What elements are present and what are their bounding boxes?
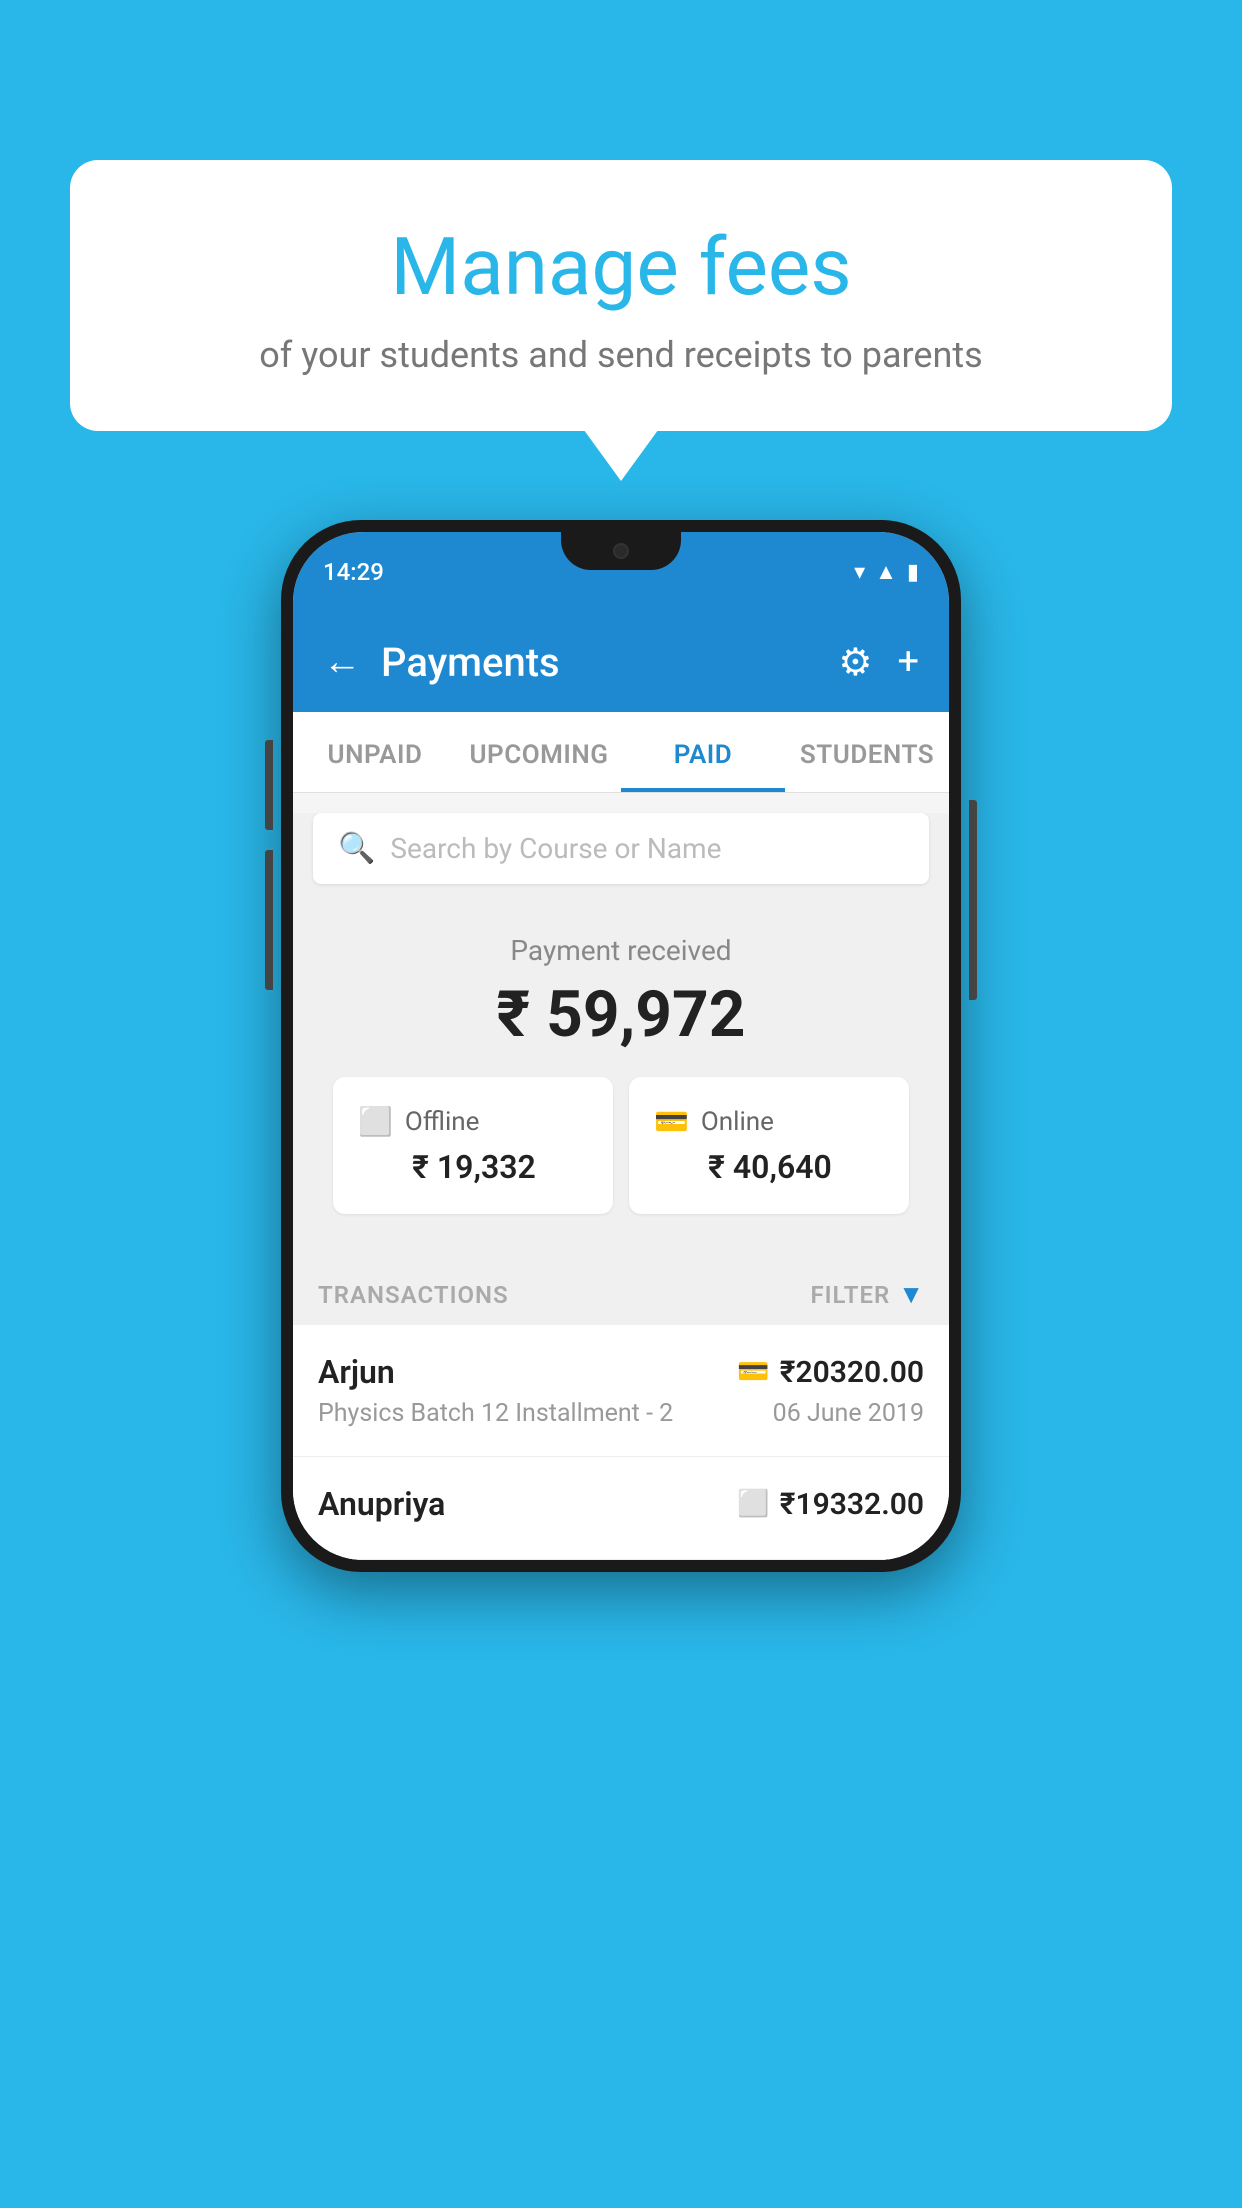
status-time: 14:29 [323, 558, 384, 586]
phone-screen: 14:29 ▾ ▲ ▮ ← Payments ⚙ + [293, 532, 949, 1560]
transaction-row[interactable]: Arjun 💳 ₹20320.00 Physics Batch 12 Insta… [293, 1325, 949, 1457]
payment-received-section: Payment received ₹ 59,972 ⬜ Offline ₹ 19… [293, 904, 949, 1259]
transactions-header: TRANSACTIONS FILTER ▼ [293, 1259, 949, 1325]
header-left: ← Payments [323, 639, 560, 686]
settings-icon[interactable]: ⚙ [838, 640, 872, 685]
payment-received-label: Payment received [313, 934, 929, 967]
content-area: 🔍 Search by Course or Name Payment recei… [293, 813, 949, 1560]
header-right: ⚙ + [838, 640, 919, 685]
bubble-title: Manage fees [130, 220, 1112, 314]
phone-container: 14:29 ▾ ▲ ▮ ← Payments ⚙ + [281, 520, 961, 1572]
transaction-amount: ₹20320.00 [780, 1355, 924, 1390]
search-bar[interactable]: 🔍 Search by Course or Name [313, 813, 929, 884]
transaction-amount-wrap-2: ⬜ ₹19332.00 [737, 1487, 924, 1522]
transaction-detail: Physics Batch 12 Installment - 2 [318, 1399, 673, 1428]
transaction-amount-wrap: 💳 ₹20320.00 [737, 1355, 924, 1390]
offline-icon: ⬜ [358, 1105, 393, 1138]
app-header: ← Payments ⚙ + [293, 612, 949, 712]
online-card-header: 💳 Online [654, 1105, 884, 1138]
battery-icon: ▮ [907, 560, 919, 585]
tab-unpaid[interactable]: UNPAID [293, 712, 457, 792]
tab-upcoming[interactable]: UPCOMING [457, 712, 621, 792]
transactions-label: TRANSACTIONS [318, 1281, 509, 1309]
offline-label: Offline [405, 1107, 480, 1137]
transaction-name: Arjun [318, 1353, 395, 1391]
wifi-icon: ▾ [854, 560, 865, 585]
payment-total-amount: ₹ 59,972 [313, 977, 929, 1052]
speech-bubble-container: Manage fees of your students and send re… [70, 160, 1172, 431]
speech-bubble: Manage fees of your students and send re… [70, 160, 1172, 431]
online-label: Online [701, 1107, 774, 1137]
status-icons: ▾ ▲ ▮ [854, 559, 919, 585]
add-icon[interactable]: + [897, 640, 919, 684]
transaction-row[interactable]: Anupriya ⬜ ₹19332.00 [293, 1457, 949, 1560]
bubble-subtitle: of your students and send receipts to pa… [130, 334, 1112, 376]
offline-amount: ₹ 19,332 [360, 1148, 588, 1186]
transaction-name-2: Anupriya [318, 1485, 445, 1523]
search-placeholder: Search by Course or Name [390, 832, 721, 865]
filter-container[interactable]: FILTER ▼ [810, 1279, 924, 1310]
power-button [969, 800, 977, 1000]
back-button[interactable]: ← [323, 640, 361, 684]
camera [613, 543, 629, 559]
online-card: 💳 Online ₹ 40,640 [629, 1077, 909, 1214]
notch [561, 532, 681, 570]
filter-label: FILTER [810, 1281, 890, 1309]
transaction-payment-icon: 💳 [737, 1357, 769, 1387]
transaction-date: 06 June 2019 [773, 1399, 924, 1428]
page-title: Payments [381, 639, 560, 686]
transaction-payment-icon-2: ⬜ [737, 1489, 769, 1519]
phone-outer: 14:29 ▾ ▲ ▮ ← Payments ⚙ + [281, 520, 961, 1572]
volume-up-button [265, 740, 273, 830]
signal-icon: ▲ [875, 559, 897, 585]
online-icon: 💳 [654, 1105, 689, 1138]
tab-students[interactable]: STUDENTS [785, 712, 949, 792]
volume-down-button [265, 850, 273, 990]
payment-cards-row: ⬜ Offline ₹ 19,332 💳 Online ₹ 40,640 [313, 1077, 929, 1239]
transaction-row-bottom: Physics Batch 12 Installment - 2 06 June… [318, 1399, 924, 1428]
online-amount: ₹ 40,640 [656, 1148, 884, 1186]
status-bar: 14:29 ▾ ▲ ▮ [293, 532, 949, 612]
transaction-row-top: Anupriya ⬜ ₹19332.00 [318, 1485, 924, 1523]
transaction-amount-2: ₹19332.00 [780, 1487, 924, 1522]
tab-paid[interactable]: PAID [621, 712, 785, 792]
filter-icon: ▼ [898, 1279, 924, 1310]
offline-card: ⬜ Offline ₹ 19,332 [333, 1077, 613, 1214]
offline-card-header: ⬜ Offline [358, 1105, 588, 1138]
search-icon: 🔍 [338, 831, 375, 866]
tabs-container: UNPAID UPCOMING PAID STUDENTS [293, 712, 949, 793]
transaction-row-top: Arjun 💳 ₹20320.00 [318, 1353, 924, 1391]
